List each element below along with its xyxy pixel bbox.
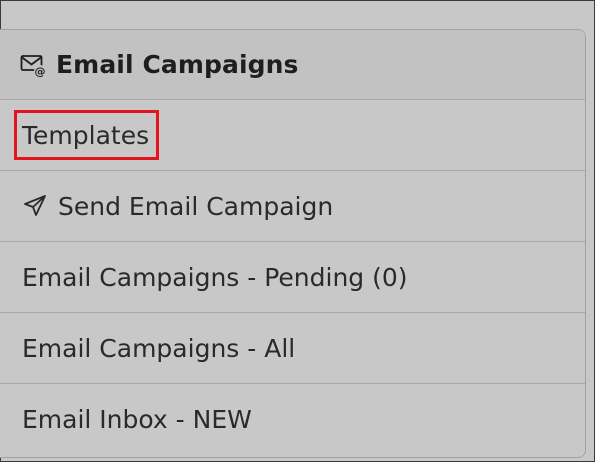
menu-item-label: Email Campaigns - All [22, 333, 296, 363]
menu-item-label: Email Campaigns - Pending (0) [22, 262, 408, 292]
highlight-box [14, 110, 159, 160]
menu-item-label: Email Inbox - NEW [22, 405, 252, 434]
menu-item-send-email-campaign[interactable]: Send Email Campaign [0, 171, 585, 242]
menu-item-email-inbox-new[interactable]: Email Inbox - NEW [0, 384, 585, 455]
svg-text:@: @ [35, 65, 46, 77]
menu-item-email-campaigns-pending[interactable]: Email Campaigns - Pending (0) [0, 242, 585, 313]
panel-header: @ Email Campaigns [0, 30, 585, 100]
panel-title: Email Campaigns [56, 50, 299, 79]
envelope-at-icon: @ [20, 53, 48, 77]
menu-item-label: Send Email Campaign [58, 191, 334, 221]
menu-item-email-campaigns-all[interactable]: Email Campaigns - All [0, 313, 585, 384]
send-icon [22, 193, 48, 219]
email-campaigns-panel: @ Email Campaigns Templates Send Email C… [0, 29, 586, 458]
